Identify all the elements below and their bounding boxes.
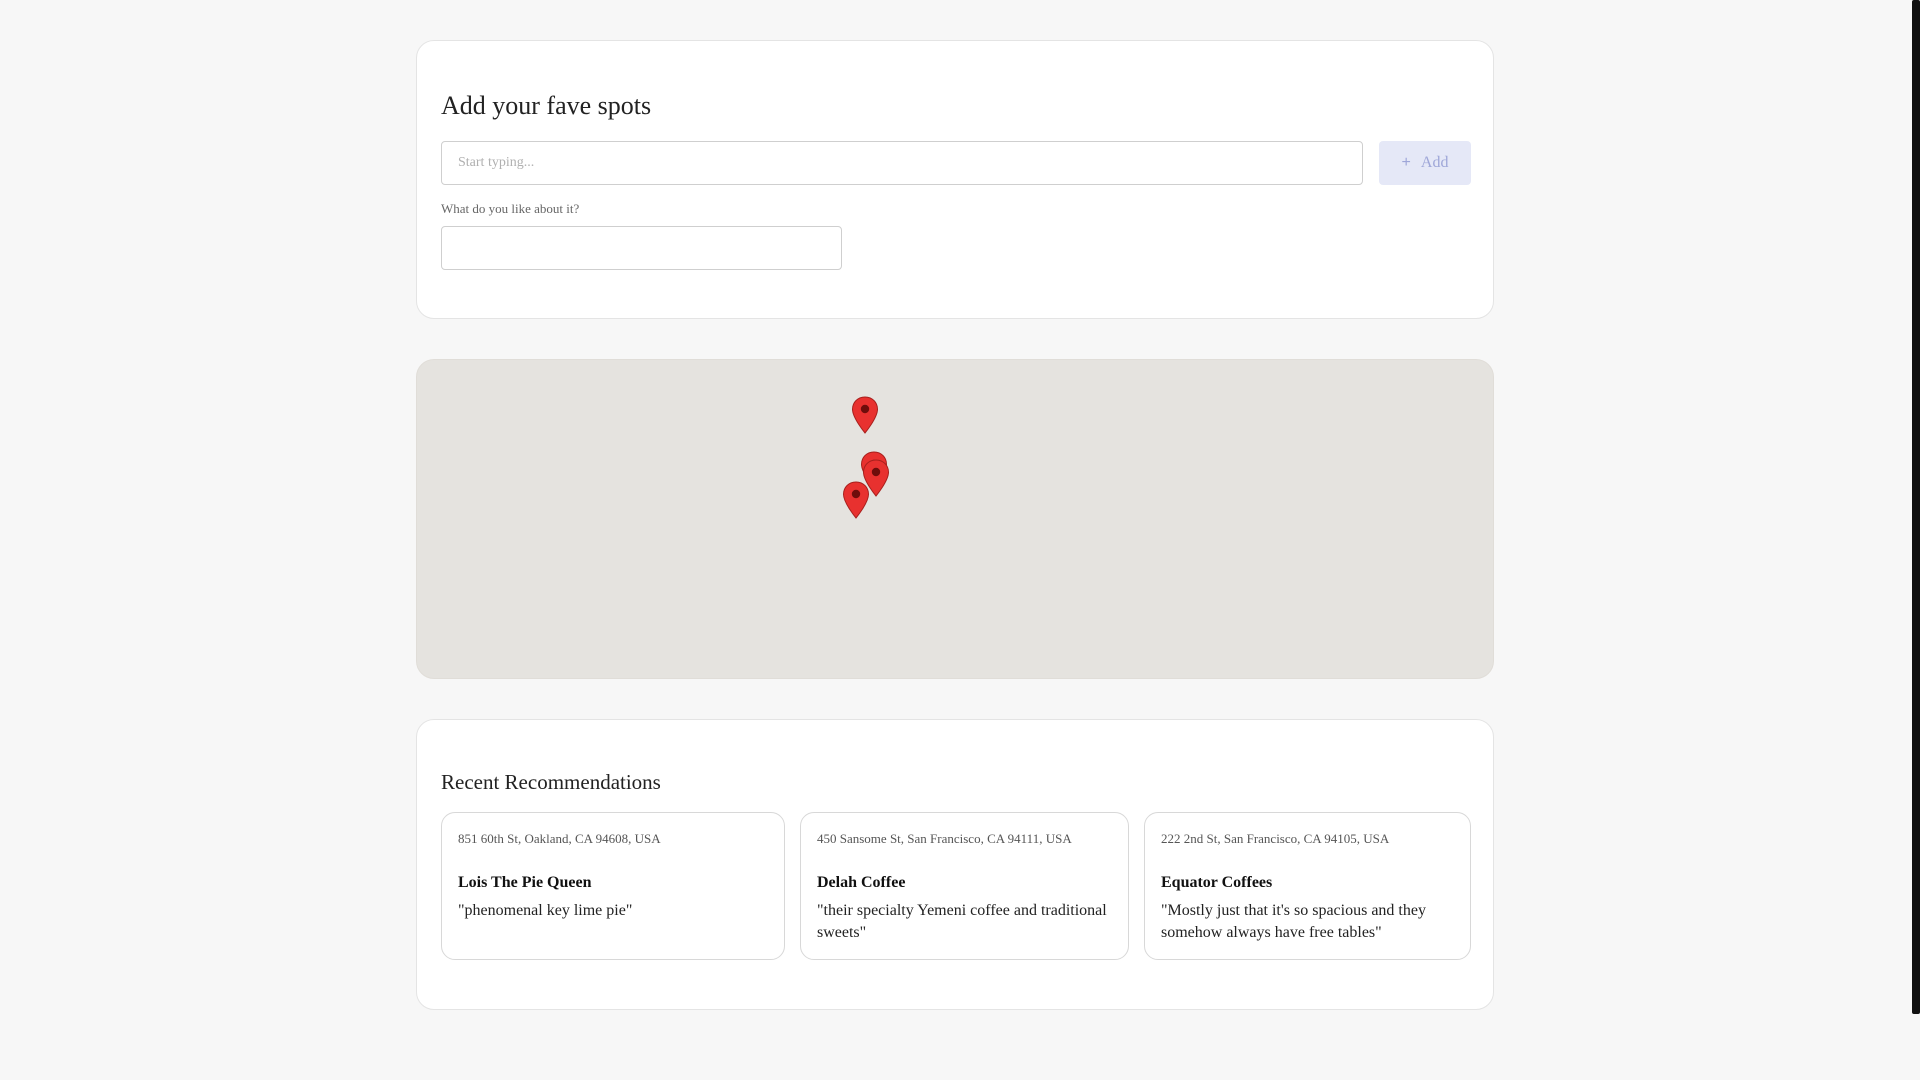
like-input[interactable] [441,226,842,270]
recommendation-list: 851 60th St, Oakland, CA 94608, USA Lois… [441,812,1471,960]
map-pin-icon[interactable] [851,396,879,434]
add-spot-title: Add your fave spots [441,91,652,120]
recommendation-card[interactable]: 450 Sansome St, San Francisco, CA 94111,… [800,812,1129,960]
recent-recommendations-card: Recent Recommendations 851 60th St, Oakl… [416,719,1494,1010]
scrollbar[interactable] [1912,0,1920,1014]
recommendation-quote: "phenomenal key lime pie" [458,902,633,919]
page: Add your fave spots + Add What do you li… [0,0,1920,1080]
recommendation-quote: "their specialty Yemeni coffee and tradi… [817,902,1107,941]
recommendation-card[interactable]: 851 60th St, Oakland, CA 94608, USA Lois… [441,812,785,960]
recent-recommendations-title: Recent Recommendations [441,770,661,794]
like-label: What do you like about it? [441,201,580,216]
recommendation-name: Delah Coffee [817,874,906,891]
add-spot-card: Add your fave spots + Add What do you li… [416,40,1494,319]
recommendation-address: 450 Sansome St, San Francisco, CA 94111,… [817,831,1072,846]
add-button-label: Add [1420,154,1449,171]
recommendation-address: 222 2nd St, San Francisco, CA 94105, USA [1161,831,1390,846]
place-search-input[interactable] [441,141,1363,185]
map-canvas[interactable] [417,360,1493,678]
map[interactable] [416,359,1494,679]
recommendation-address: 851 60th St, Oakland, CA 94608, USA [458,831,661,846]
plus-icon: + [1401,154,1411,171]
map-pin-icon[interactable] [842,481,870,519]
recommendation-name: Lois The Pie Queen [458,874,592,891]
add-button[interactable]: + Add [1379,141,1471,185]
recommendation-quote: "Mostly just that it's so spacious and t… [1161,902,1426,941]
recommendation-name: Equator Coffees [1161,874,1273,891]
recommendation-card[interactable]: 222 2nd St, San Francisco, CA 94105, USA… [1144,812,1471,960]
